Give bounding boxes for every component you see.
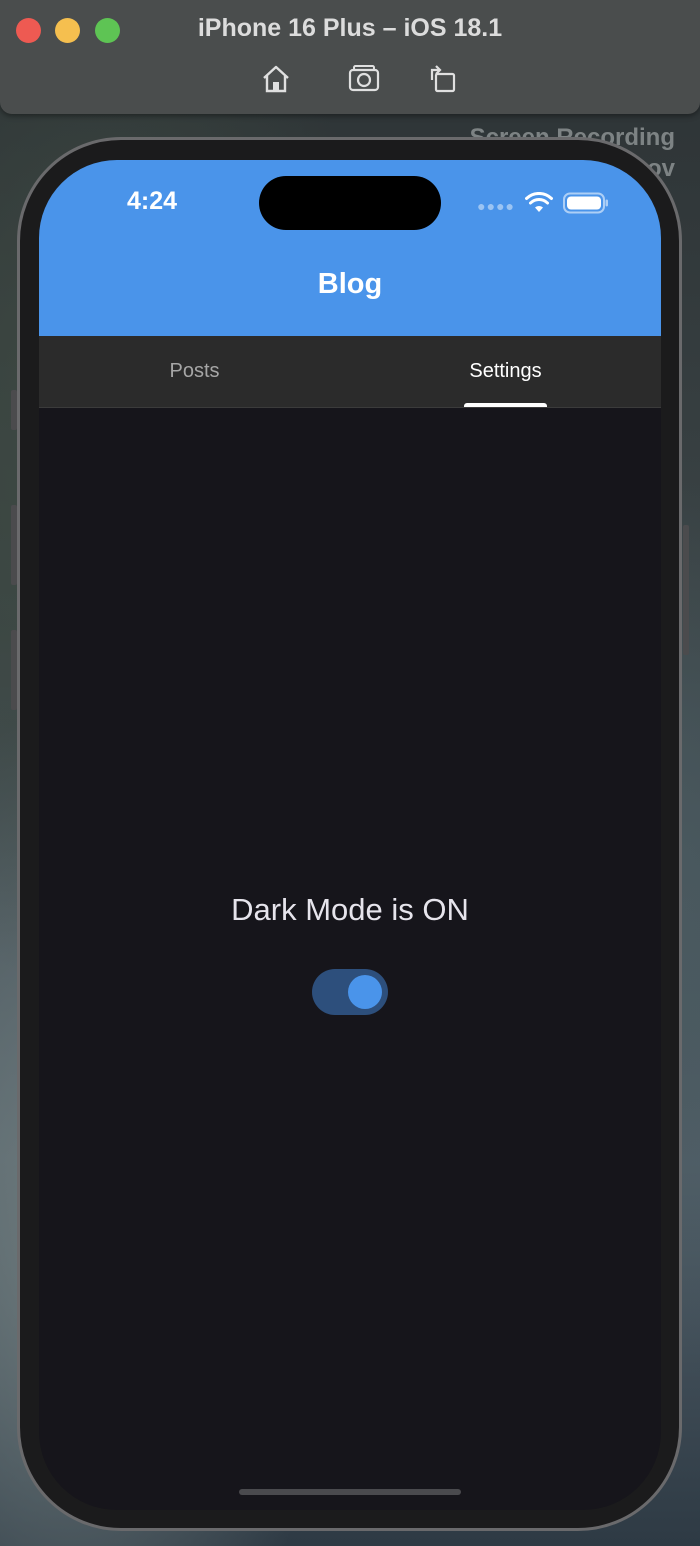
rotate-icon[interactable] [426, 62, 460, 96]
device-screen: 4:24 ●●●● Blog Posts Settings Dark Mode … [39, 160, 661, 1510]
side-button [683, 525, 689, 655]
home-icon[interactable] [259, 62, 293, 96]
window-title: iPhone 16 Plus – iOS 18.1 [197, 14, 503, 42]
toggle-knob [348, 975, 382, 1009]
dynamic-island [259, 176, 441, 230]
dark-mode-toggle[interactable] [312, 969, 388, 1015]
action-button [11, 390, 17, 430]
volume-down-button [11, 630, 17, 710]
tab-settings[interactable]: Settings [350, 336, 661, 406]
volume-up-button [11, 505, 17, 585]
signal-dots-icon: ●●●● [477, 197, 515, 214]
home-indicator[interactable] [239, 1489, 461, 1495]
simulator-titlebar: iPhone 16 Plus – iOS 18.1 [0, 0, 700, 114]
status-time: 4:24 [127, 187, 178, 215]
dark-mode-status-label: Dark Mode is ON [231, 892, 469, 927]
wifi-icon [525, 191, 553, 219]
page-title: Blog [317, 268, 383, 300]
tab-bar: Posts Settings [39, 336, 661, 408]
app-header: 4:24 ●●●● Blog [39, 160, 661, 336]
battery-icon [563, 192, 609, 219]
screenshot-icon[interactable] [347, 62, 381, 96]
status-icons: ●●●● [477, 191, 609, 219]
tab-posts[interactable]: Posts [39, 336, 350, 406]
tab-selected-indicator [464, 403, 547, 407]
